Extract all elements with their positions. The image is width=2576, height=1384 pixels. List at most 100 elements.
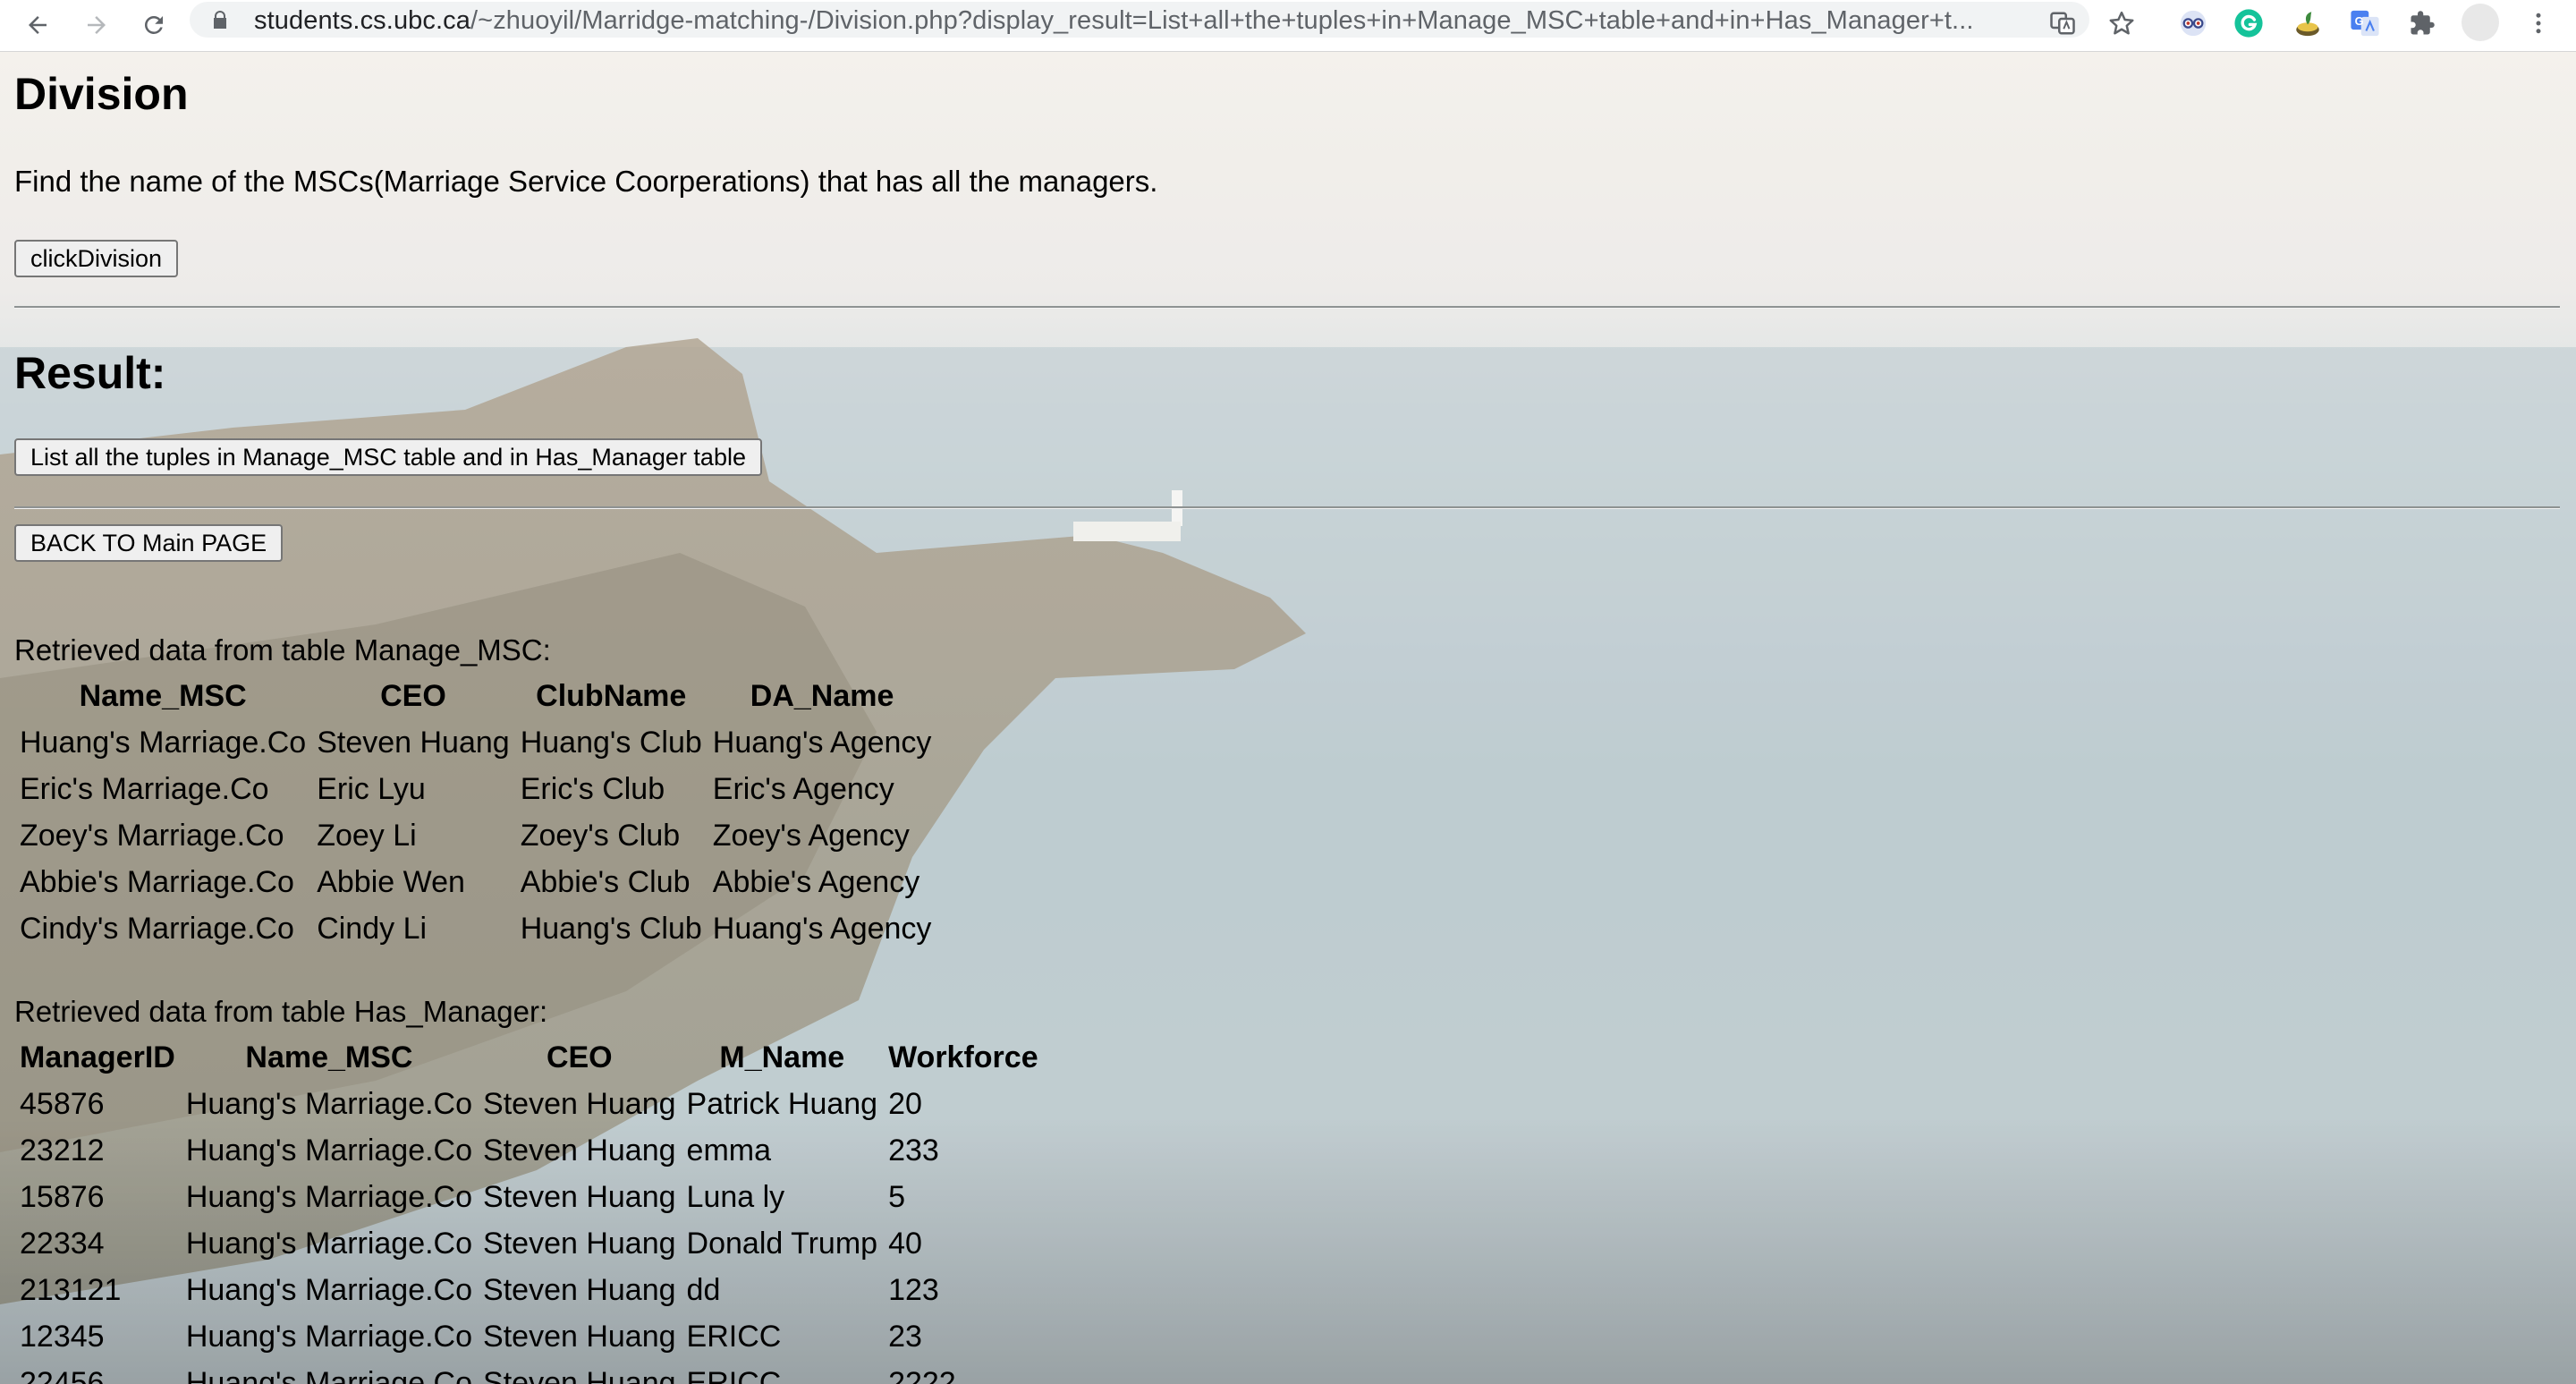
table-row: 23212 Huang's Marriage.Co Steven Huang e… <box>14 1127 1044 1174</box>
browser-toolbar: students.cs.ubc.ca/~zhuoyil/Marridge-mat… <box>0 0 2576 52</box>
table-cell: 23212 <box>20 1133 105 1167</box>
table-cell: Abbie's Club <box>520 864 691 899</box>
table-row: Abbie's Marriage.Co Abbie Wen Abbie's Cl… <box>14 859 936 905</box>
table-cell: 45876 <box>20 1086 105 1121</box>
table-cell: Zoey Li <box>317 818 417 853</box>
table-row: 22334 Huang's Marriage.Co Steven Huang D… <box>14 1220 1044 1267</box>
profile-avatar[interactable] <box>2462 4 2499 41</box>
column-header: Workforce <box>888 1040 1038 1074</box>
extensions-puzzle-icon[interactable] <box>2404 5 2440 41</box>
table-cell: 233 <box>888 1133 939 1167</box>
table-cell: Huang's Club <box>520 725 702 760</box>
click-division-button[interactable]: clickDivision <box>14 240 179 277</box>
table-cell: Huang's Marriage.Co <box>20 725 307 760</box>
table-cell: ERICC <box>686 1365 782 1384</box>
table-row: 45876 Huang's Marriage.Co Steven Huang P… <box>14 1081 1044 1127</box>
divider <box>14 506 2560 509</box>
table-cell: Zoey's Agency <box>712 818 910 853</box>
column-header: ManagerID <box>20 1040 175 1074</box>
table-cell: Steven Huang <box>483 1179 676 1214</box>
table-cell: Huang's Marriage.Co <box>185 1226 473 1261</box>
forward-arrow-icon[interactable] <box>77 5 116 45</box>
table-cell: 12345 <box>20 1319 105 1354</box>
table-cell: Abbie's Marriage.Co <box>20 864 294 899</box>
table-cell: Huang's Marriage.Co <box>185 1133 473 1167</box>
table-cell: Huang's Marriage.Co <box>185 1272 473 1307</box>
result-heading: Result: <box>14 348 166 398</box>
table-cell: Huang's Marriage.Co <box>185 1319 473 1354</box>
table-cell: Zoey's Marriage.Co <box>20 818 284 853</box>
table-cell: Abbie's Agency <box>712 864 920 899</box>
table-cell: 213121 <box>20 1272 122 1307</box>
table-cell: Huang's Marriage.Co <box>185 1179 473 1214</box>
extension-plant-icon[interactable] <box>2290 5 2326 41</box>
table-cell: Donald Trump <box>686 1226 878 1261</box>
table-cell: Steven Huang <box>483 1133 676 1167</box>
google-translate-icon[interactable]: G <box>2347 5 2383 41</box>
list-tuples-button[interactable]: List all the tuples in Manage_MSC table … <box>14 438 762 476</box>
table-cell: Eric's Agency <box>712 771 894 806</box>
column-header: Name_MSC <box>245 1040 413 1074</box>
page-viewport: Division Find the name of the MSCs(Marri… <box>0 52 2576 1384</box>
has-manager-table: ManagerID Name_MSC CEO M_Name Workforce … <box>14 1034 1044 1384</box>
table-cell: Steven Huang <box>483 1365 676 1384</box>
table-cell: 15876 <box>20 1179 105 1214</box>
table-cell: Abbie Wen <box>317 864 465 899</box>
reload-icon[interactable] <box>134 5 174 45</box>
back-to-main-button[interactable]: BACK TO Main PAGE <box>14 524 284 562</box>
table-cell: Steven Huang <box>483 1272 676 1307</box>
column-header: M_Name <box>719 1040 845 1074</box>
table-row: 22456 Huang's Marriage.Co Steven Huang E… <box>14 1360 1044 1384</box>
table-cell: Huang's Marriage.Co <box>185 1086 473 1121</box>
table-cell: 23 <box>888 1319 922 1354</box>
table-row: Zoey's Marriage.Co Zoey Li Zoey's Club Z… <box>14 812 936 859</box>
divider <box>14 306 2560 309</box>
has-manager-caption: Retrieved data from table Has_Manager: <box>14 995 548 1028</box>
table-row: 15876 Huang's Marriage.Co Steven Huang L… <box>14 1174 1044 1220</box>
table-cell: 123 <box>888 1272 939 1307</box>
table-cell: Cindy Li <box>317 911 428 946</box>
table-cell: Zoey's Club <box>520 818 681 853</box>
table-cell: Steven Huang <box>483 1319 676 1354</box>
table-cell: Eric Lyu <box>317 771 426 806</box>
bookmark-star-icon[interactable] <box>2104 5 2140 41</box>
extension-glasses-icon[interactable] <box>2175 5 2211 41</box>
table-cell: Huang's Agency <box>712 911 932 946</box>
page-title: Division <box>14 69 189 119</box>
page-description: Find the name of the MSCs(Marriage Servi… <box>14 165 1158 198</box>
table-cell: 20 <box>888 1086 922 1121</box>
table-cell: Eric's Club <box>520 771 665 806</box>
table-cell: emma <box>686 1133 771 1167</box>
translate-page-icon[interactable] <box>2045 5 2080 41</box>
back-arrow-icon[interactable] <box>18 5 57 45</box>
table-cell: Patrick Huang <box>686 1086 878 1121</box>
url-host: students.cs.ubc.ca <box>254 7 470 34</box>
svg-text:G: G <box>2355 14 2364 28</box>
table-cell: dd <box>686 1272 721 1307</box>
url-text: students.cs.ubc.ca/~zhuoyil/Marridge-mat… <box>254 7 2079 34</box>
table-cell: Huang's Club <box>520 911 702 946</box>
table-cell: ERICC <box>686 1319 782 1354</box>
table-cell: 40 <box>888 1226 922 1261</box>
manage-msc-caption: Retrieved data from table Manage_MSC: <box>14 633 551 667</box>
table-cell: Steven Huang <box>483 1226 676 1261</box>
table-row: Cindy's Marriage.Co Cindy Li Huang's Clu… <box>14 905 936 952</box>
table-header-row: Name_MSC CEO ClubName DA_Name <box>14 673 936 719</box>
table-row: Eric's Marriage.Co Eric Lyu Eric's Club … <box>14 766 936 812</box>
page-content: Division Find the name of the MSCs(Marri… <box>0 52 2576 1384</box>
url-path: /~zhuoyil/Marridge-matching-/Division.ph… <box>470 7 1974 34</box>
menu-kebab-icon[interactable] <box>2521 5 2556 41</box>
column-header: CEO <box>546 1040 613 1074</box>
table-row: 12345 Huang's Marriage.Co Steven Huang E… <box>14 1313 1044 1360</box>
address-bar[interactable]: students.cs.ubc.ca/~zhuoyil/Marridge-mat… <box>190 2 2089 38</box>
table-cell: Huang's Agency <box>712 725 932 760</box>
lock-icon <box>209 9 231 30</box>
table-row: 213121 Huang's Marriage.Co Steven Huang … <box>14 1267 1044 1313</box>
table-row: Huang's Marriage.Co Steven Huang Huang's… <box>14 719 936 766</box>
table-cell: 22456 <box>20 1365 105 1384</box>
table-cell: Eric's Marriage.Co <box>20 771 269 806</box>
column-header: Name_MSC <box>79 678 247 713</box>
grammarly-icon[interactable] <box>2231 5 2267 41</box>
table-cell: Cindy's Marriage.Co <box>20 911 294 946</box>
column-header: ClubName <box>536 678 687 713</box>
